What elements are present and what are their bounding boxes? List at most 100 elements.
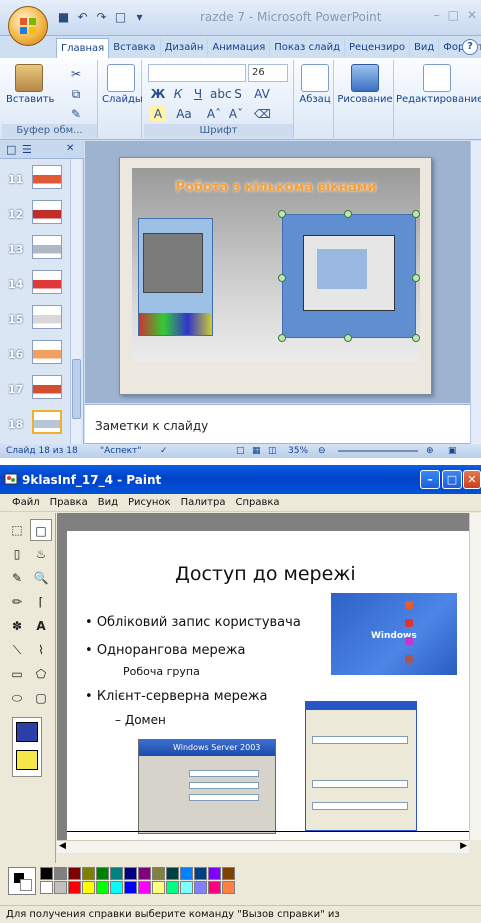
paint-menu-item[interactable]: Правка: [50, 494, 88, 511]
brush-tool-icon[interactable]: ⌈: [30, 591, 52, 613]
color-swatch[interactable]: [180, 881, 193, 894]
ribbon-tab[interactable]: Вставка: [109, 38, 161, 58]
select-tool-icon[interactable]: □: [30, 519, 52, 541]
color-swatch[interactable]: [152, 881, 165, 894]
underline-icon[interactable]: Ч: [190, 86, 206, 102]
slides-button[interactable]: Слайды: [102, 64, 143, 105]
close-pane-icon[interactable]: ✕: [66, 143, 74, 154]
cut-icon[interactable]: ✂: [68, 66, 84, 82]
rounded-rect-tool-icon[interactable]: ▢: [30, 687, 52, 709]
color-swatch[interactable]: [152, 867, 165, 880]
paint-menu-item[interactable]: Вид: [98, 494, 118, 511]
curve-tool-icon[interactable]: ⌇: [30, 639, 52, 661]
save-icon[interactable]: ■: [56, 10, 71, 25]
ellipse-tool-icon[interactable]: ⬭: [6, 687, 28, 709]
font-name-field[interactable]: [148, 64, 246, 82]
zoom-in-icon[interactable]: ⊕: [426, 444, 434, 458]
paint-horizontal-scrollbar[interactable]: ◀ ▶: [57, 840, 469, 853]
scroll-right-icon[interactable]: ▶: [460, 841, 467, 851]
close-icon[interactable]: ✕: [467, 8, 477, 22]
paint-maximize-button[interactable]: □: [442, 470, 462, 489]
color-swatch[interactable]: [110, 867, 123, 880]
opaque-option-icon[interactable]: [16, 722, 38, 742]
slide-thumbnail[interactable]: 11: [0, 163, 70, 196]
paint-close-button[interactable]: ✕: [463, 470, 481, 489]
resize-handle[interactable]: [412, 210, 420, 218]
shrink-font-icon[interactable]: Aˇ: [228, 106, 244, 122]
slide-thumbnail[interactable]: 14: [0, 268, 70, 301]
help-icon[interactable]: ?: [462, 39, 478, 55]
italic-icon[interactable]: К: [170, 86, 186, 102]
slide-thumbnail[interactable]: 16: [0, 338, 70, 371]
magnifier-tool-icon[interactable]: 🔍: [30, 567, 52, 589]
pencil-tool-icon[interactable]: ✏: [6, 591, 28, 613]
slide-title[interactable]: Робота з кількома вікнами: [132, 180, 420, 195]
strikethrough-icon[interactable]: abc: [210, 86, 232, 102]
slide-image-paint[interactable]: [138, 218, 213, 336]
tool-options-panel[interactable]: [12, 717, 42, 777]
ribbon-tab[interactable]: Дизайн: [161, 38, 209, 58]
format-painter-icon[interactable]: ✎: [68, 106, 84, 122]
paint-canvas[interactable]: Доступ до мережі • Обліковий запис корис…: [67, 531, 469, 840]
sorter-view-icon[interactable]: ▦: [252, 444, 261, 458]
text-tool-icon[interactable]: A: [30, 615, 52, 637]
color-swatch[interactable]: [96, 867, 109, 880]
resize-handle[interactable]: [344, 210, 352, 218]
undo-icon[interactable]: ↶: [75, 10, 90, 25]
color-swatch[interactable]: [124, 881, 137, 894]
color-swatch[interactable]: [208, 881, 221, 894]
slides-tab-icon[interactable]: □: [6, 143, 16, 156]
paint-minimize-button[interactable]: –: [420, 470, 440, 489]
slide-scrollbar[interactable]: [470, 141, 481, 444]
zoom-slider[interactable]: [338, 450, 418, 452]
outline-tab-icon[interactable]: ☰: [22, 143, 32, 156]
color-swatch[interactable]: [96, 881, 109, 894]
customize-qat-icon[interactable]: ▾: [132, 10, 147, 25]
clear-format-icon[interactable]: ⌫: [254, 106, 271, 122]
polygon-tool-icon[interactable]: ⬠: [30, 663, 52, 685]
color-swatch[interactable]: [166, 867, 179, 880]
color-swatch[interactable]: [68, 867, 81, 880]
slideshow-view-icon[interactable]: ◫: [268, 444, 277, 458]
shadow-icon[interactable]: S: [230, 86, 246, 102]
paint-menu-item[interactable]: Справка: [235, 494, 279, 511]
paint-menu-item[interactable]: Палитра: [181, 494, 226, 511]
thumbnail-scrollbar[interactable]: [70, 159, 81, 444]
color-swatch[interactable]: [194, 867, 207, 880]
ribbon-tab[interactable]: Показ слайд: [270, 38, 345, 58]
drawing-button[interactable]: Рисование: [336, 64, 394, 105]
ribbon-tab[interactable]: Анимация: [208, 38, 271, 58]
ribbon-tab[interactable]: Главная: [56, 38, 110, 58]
resize-handle[interactable]: [412, 274, 420, 282]
zoom-out-icon[interactable]: ⊖: [318, 444, 326, 458]
slide-thumbnail[interactable]: 12: [0, 198, 70, 231]
color-swatch[interactable]: [124, 867, 137, 880]
eraser-tool-icon[interactable]: ▯: [6, 543, 28, 565]
redo-icon[interactable]: ↷: [94, 10, 109, 25]
notes-pane[interactable]: Заметки к слайду: [85, 404, 470, 444]
slide-thumbnail[interactable]: 13: [0, 233, 70, 266]
bold-icon[interactable]: Ж: [150, 86, 166, 102]
free-select-tool-icon[interactable]: ⬚: [6, 519, 28, 541]
paint-menu-item[interactable]: Рисунок: [128, 494, 171, 511]
resize-handle[interactable]: [278, 334, 286, 342]
editing-button[interactable]: Редактирование: [396, 64, 481, 105]
resize-handle[interactable]: [278, 274, 286, 282]
normal-view-icon[interactable]: □: [236, 444, 245, 458]
paragraph-button[interactable]: Абзац: [296, 64, 334, 105]
office-button[interactable]: [8, 6, 48, 46]
spellcheck-icon[interactable]: ✓: [160, 444, 168, 458]
color-swatch[interactable]: [138, 867, 151, 880]
change-case-icon[interactable]: Aa: [176, 106, 192, 122]
resize-handle[interactable]: [344, 334, 352, 342]
grow-font-icon[interactable]: Aˆ: [206, 106, 222, 122]
color-swatch[interactable]: [166, 881, 179, 894]
slide-thumbnail[interactable]: 17: [0, 373, 70, 406]
color-swatch[interactable]: [138, 881, 151, 894]
current-slide[interactable]: Робота з кількома вікнами: [119, 157, 432, 395]
current-colors[interactable]: [8, 867, 36, 895]
fill-tool-icon[interactable]: ♨: [30, 543, 52, 565]
color-swatch[interactable]: [208, 867, 221, 880]
slide-thumbnail[interactable]: 18: [0, 408, 70, 441]
minimize-icon[interactable]: –: [434, 8, 440, 22]
